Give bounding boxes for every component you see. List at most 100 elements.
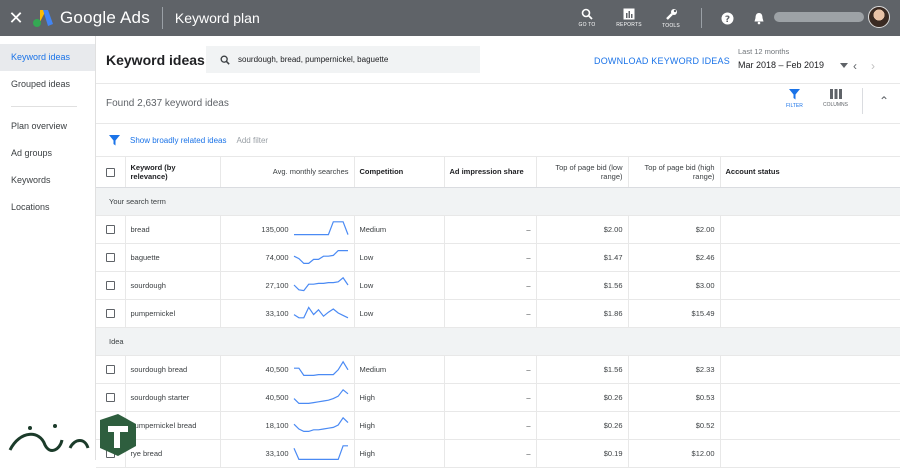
trend-sparkline[interactable] xyxy=(293,304,349,322)
column-header-bid-high[interactable]: Top of page bid (high range) xyxy=(628,157,721,188)
table-row[interactable]: bread 135,000 Medium – $2.00 $2.00 xyxy=(96,215,900,244)
trend-line xyxy=(293,221,349,236)
divider xyxy=(862,88,863,114)
row-checkbox[interactable] xyxy=(105,364,115,374)
keyword-ideas-title: Keyword ideas xyxy=(106,51,205,68)
bid-low-cell: $1.86 xyxy=(536,299,629,328)
trend-sparkline[interactable] xyxy=(293,388,349,406)
sidebar-item-ad-groups[interactable]: Ad groups xyxy=(0,140,95,167)
bid-low-cell: $1.47 xyxy=(536,243,629,272)
keyword-cell[interactable]: baguette xyxy=(125,243,221,272)
column-header-account-status[interactable]: Account status xyxy=(720,157,900,188)
filter-icon xyxy=(109,134,120,145)
sidebar-item-locations[interactable]: Locations xyxy=(0,194,95,221)
search-value: sourdough, bread, pumpernickel, baguette xyxy=(238,55,389,64)
sidebar-item-keywords[interactable]: Keywords xyxy=(0,167,95,194)
trend-sparkline[interactable] xyxy=(293,416,349,434)
notifications-button[interactable] xyxy=(748,12,770,25)
goto-label: GO TO xyxy=(578,22,596,28)
row-checkbox[interactable] xyxy=(105,252,115,262)
google-ads-logo[interactable]: Google Ads xyxy=(32,8,150,28)
bid-low-cell: $0.26 xyxy=(536,411,629,440)
trend-sparkline[interactable] xyxy=(293,248,349,266)
keyword-search-input[interactable]: sourdough, bread, pumpernickel, baguette xyxy=(206,46,480,73)
column-header-bid-low[interactable]: Top of page bid (low range) xyxy=(536,157,629,188)
sidebar: Keyword ideas Grouped ideas Plan overvie… xyxy=(0,36,96,460)
columns-button[interactable]: COLUMNS xyxy=(823,89,848,108)
date-range-selector[interactable]: Last 12 months Mar 2018 – Feb 2019 xyxy=(738,47,849,70)
row-checkbox[interactable] xyxy=(105,280,115,290)
trend-sparkline[interactable] xyxy=(293,220,349,238)
chevron-left-icon[interactable]: ‹ xyxy=(853,59,857,73)
table-section-row: Your search term xyxy=(96,187,900,216)
search-icon xyxy=(220,55,230,65)
keyword-cell[interactable]: sourdough xyxy=(125,271,221,300)
bid-low-cell: $1.56 xyxy=(536,355,629,384)
app-name: Google Ads xyxy=(60,8,150,27)
account-status-cell xyxy=(720,411,900,440)
table-row[interactable]: baguette 74,000 Low – $1.47 $2.46 xyxy=(96,243,900,272)
column-header-impression-share[interactable]: Ad impression share xyxy=(444,157,537,188)
impression-share-cell: – xyxy=(444,411,537,440)
goto-button[interactable]: GO TO xyxy=(571,8,603,28)
row-select-cell xyxy=(96,215,126,244)
sidebar-divider xyxy=(11,106,77,107)
keyword-cell[interactable]: sourdough starter xyxy=(125,383,221,412)
close-icon[interactable]: ✕ xyxy=(0,8,32,29)
reports-button[interactable]: REPORTS xyxy=(613,8,645,28)
keyword-cell[interactable]: pumpernickel xyxy=(125,299,221,328)
avatar[interactable] xyxy=(868,6,890,28)
tools-button[interactable]: TOOLS xyxy=(655,8,687,29)
columns-icon xyxy=(829,89,842,99)
impression-share-cell: – xyxy=(444,299,537,328)
sidebar-item-keyword-ideas[interactable]: Keyword ideas xyxy=(0,44,95,71)
column-header-searches[interactable]: Avg. monthly searches xyxy=(220,157,355,188)
table-row[interactable]: sourdough bread 40,500 Medium – $1.56 $2.33 xyxy=(96,355,900,384)
sidebar-item-grouped-ideas[interactable]: Grouped ideas xyxy=(0,71,95,98)
date-range-value: Mar 2018 – Feb 2019 xyxy=(738,60,825,70)
select-all-checkbox[interactable] xyxy=(105,167,115,177)
trend-sparkline[interactable] xyxy=(293,276,349,294)
trend-sparkline[interactable] xyxy=(293,360,349,378)
section-label: Idea xyxy=(96,327,900,356)
ads-logo-icon xyxy=(33,10,53,27)
row-checkbox[interactable] xyxy=(105,308,115,318)
trend-sparkline[interactable] xyxy=(292,444,349,462)
table-row[interactable]: pumpernickel bread 18,100 High – $0.26 $0.52 xyxy=(96,411,900,440)
show-broadly-related-ideas-link[interactable]: Show broadly related ideas xyxy=(130,136,227,145)
table-row[interactable]: pumpernickel 33,100 Low – $1.86 $15.49 xyxy=(96,299,900,328)
add-filter-button[interactable]: Add filter xyxy=(237,136,269,145)
trend-line xyxy=(293,360,349,376)
help-button[interactable]: ? xyxy=(716,12,738,25)
collapse-chevron-up-icon[interactable]: ⌃ xyxy=(879,94,889,108)
avg-monthly-searches: 18,100 xyxy=(265,420,289,430)
impression-share-cell: – xyxy=(444,271,537,300)
avg-monthly-searches: 40,500 xyxy=(265,364,289,374)
row-select-cell xyxy=(96,271,126,300)
select-all-cell xyxy=(96,157,126,188)
caret-down-icon xyxy=(840,62,849,68)
competition-cell: High xyxy=(354,439,445,468)
account-info[interactable] xyxy=(774,12,864,22)
download-keyword-ideas-button[interactable]: DOWNLOAD KEYWORD IDEAS xyxy=(594,56,730,66)
table-row[interactable]: sourdough starter 40,500 High – $0.26 $0.53 xyxy=(96,383,900,412)
sidebar-item-plan-overview[interactable]: Plan overview xyxy=(0,113,95,140)
keyword-cell[interactable]: sourdough bread xyxy=(125,355,221,384)
page-title: Keyword plan xyxy=(174,10,260,26)
tools-label: TOOLS xyxy=(662,22,680,29)
bid-high-cell: $15.49 xyxy=(628,299,721,328)
column-header-competition[interactable]: Competition xyxy=(354,157,445,188)
table-row[interactable]: rye bread 33,100 High – $0.19 $12.00 xyxy=(96,439,900,468)
impression-share-cell: – xyxy=(444,243,537,272)
account-status-cell xyxy=(720,271,900,300)
table-row[interactable]: sourdough 27,100 Low – $1.56 $3.00 xyxy=(96,271,900,300)
chevron-right-icon[interactable]: › xyxy=(871,59,875,73)
section-label: Your search term xyxy=(96,187,900,216)
filter-button[interactable]: FILTER xyxy=(786,89,803,109)
row-checkbox[interactable] xyxy=(105,392,115,402)
searches-cell: 27,100 xyxy=(220,271,355,300)
keyword-cell[interactable]: bread xyxy=(125,215,221,244)
column-header-keyword[interactable]: Keyword (by relevance) xyxy=(125,157,221,188)
results-count: Found 2,637 keyword ideas xyxy=(106,98,229,109)
row-checkbox[interactable] xyxy=(105,224,115,234)
